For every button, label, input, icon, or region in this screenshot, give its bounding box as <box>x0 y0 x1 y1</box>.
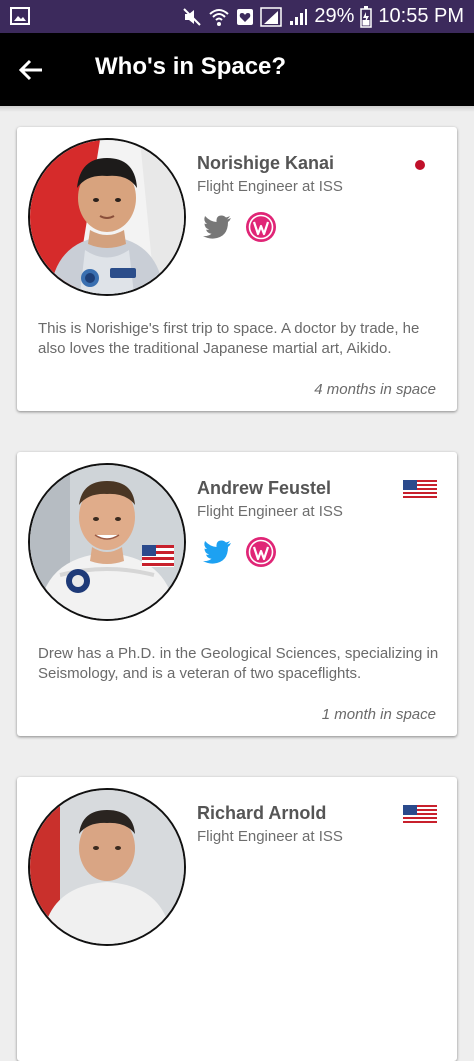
us-flag-icon <box>403 805 437 830</box>
wordpress-icon[interactable] <box>245 536 277 568</box>
heart-box-icon <box>236 8 254 26</box>
astronaut-name: Norishige Kanai <box>197 153 335 173</box>
clock: 10:55 PM <box>378 5 464 27</box>
twitter-icon[interactable] <box>201 211 233 243</box>
twitter-icon[interactable] <box>201 536 233 568</box>
signal-icon <box>260 6 283 27</box>
social-links <box>201 536 277 568</box>
avatar <box>28 138 186 296</box>
japan-flag-icon <box>403 155 437 180</box>
app-bar: Who's in Space? <box>0 33 474 106</box>
page-title: Who's in Space? <box>95 53 287 80</box>
status-bar: 29% 10:55 PM <box>0 0 474 33</box>
avatar <box>28 463 186 621</box>
mute-icon <box>182 7 202 27</box>
wifi-icon <box>208 7 230 27</box>
time-in-space: 1 month in space <box>321 706 436 723</box>
us-flag-icon <box>403 480 437 505</box>
wordpress-icon[interactable] <box>245 211 277 243</box>
astronaut-role: Flight Engineer at ISS <box>197 178 343 195</box>
battery-percent: 29% <box>314 5 355 27</box>
astronaut-role: Flight Engineer at ISS <box>197 828 343 845</box>
astronaut-card[interactable]: Andrew Feustel Flight Engineer at ISS Dr… <box>17 452 457 736</box>
back-button[interactable] <box>14 55 50 85</box>
arrow-left-icon <box>18 59 42 81</box>
astronaut-name: Andrew Feustel <box>197 478 332 498</box>
time-in-space: 4 months in space <box>314 381 436 398</box>
astronaut-bio: Drew has a Ph.D. in the Geological Scien… <box>38 645 439 682</box>
app-bar-shadow <box>0 106 474 112</box>
astronaut-bio: This is Norishige's first trip to space.… <box>38 320 420 357</box>
astronaut-card[interactable]: Richard Arnold Flight Engineer at ISS <box>17 777 457 1061</box>
astronaut-role: Flight Engineer at ISS <box>197 503 343 520</box>
avatar <box>28 788 186 946</box>
battery-icon <box>360 5 373 28</box>
signal-bars-icon <box>288 7 308 27</box>
social-links <box>201 211 277 243</box>
gallery-notification-icon <box>10 7 30 25</box>
astronaut-name: Richard Arnold <box>197 803 327 823</box>
astronaut-card[interactable]: Norishige Kanai Flight Engineer at ISS T… <box>17 127 457 411</box>
